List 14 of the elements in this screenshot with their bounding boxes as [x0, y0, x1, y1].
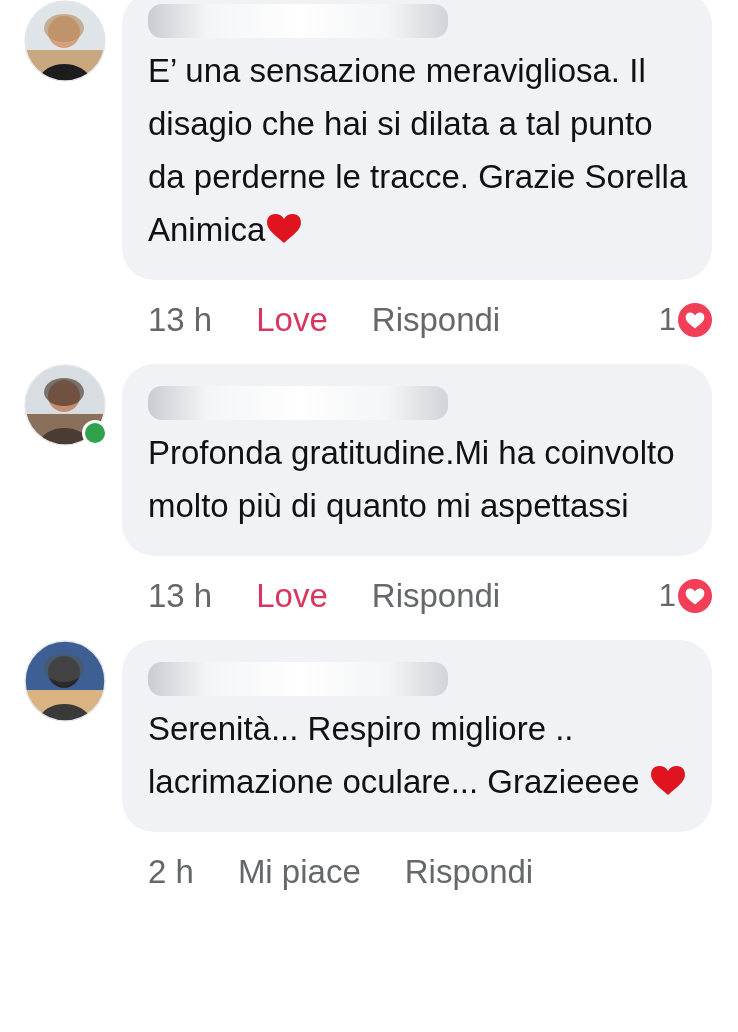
- comment-time: 13 h: [148, 301, 213, 339]
- reply-link[interactable]: Rispondi: [404, 853, 534, 891]
- comment-text: Serenità... Respiro migliore .. lacrimazione oculare... Grazieeee: [148, 702, 688, 808]
- reply-link[interactable]: Rispondi: [371, 301, 501, 339]
- reaction-count: 1: [658, 578, 676, 614]
- comment-time: 2 h: [148, 853, 194, 891]
- reply-link[interactable]: Rispondi: [371, 577, 501, 615]
- reaction-link[interactable]: Love: [256, 577, 328, 615]
- comment-text: Profonda gratitudine.Mi ha coinvolto molto più di quanto mi aspettassi: [148, 433, 676, 526]
- reaction-link[interactable]: Love: [256, 301, 328, 339]
- comment-time: 13 h: [148, 577, 213, 615]
- comment-text: E’ una sensazione meravigliosa. Il disagio che hai si dilata a tal punto da perderne le tracce. Grazie Sorella Animica: [148, 51, 688, 250]
- reaction-count: 1: [658, 302, 676, 338]
- reaction-link[interactable]: Mi piace: [237, 853, 361, 891]
